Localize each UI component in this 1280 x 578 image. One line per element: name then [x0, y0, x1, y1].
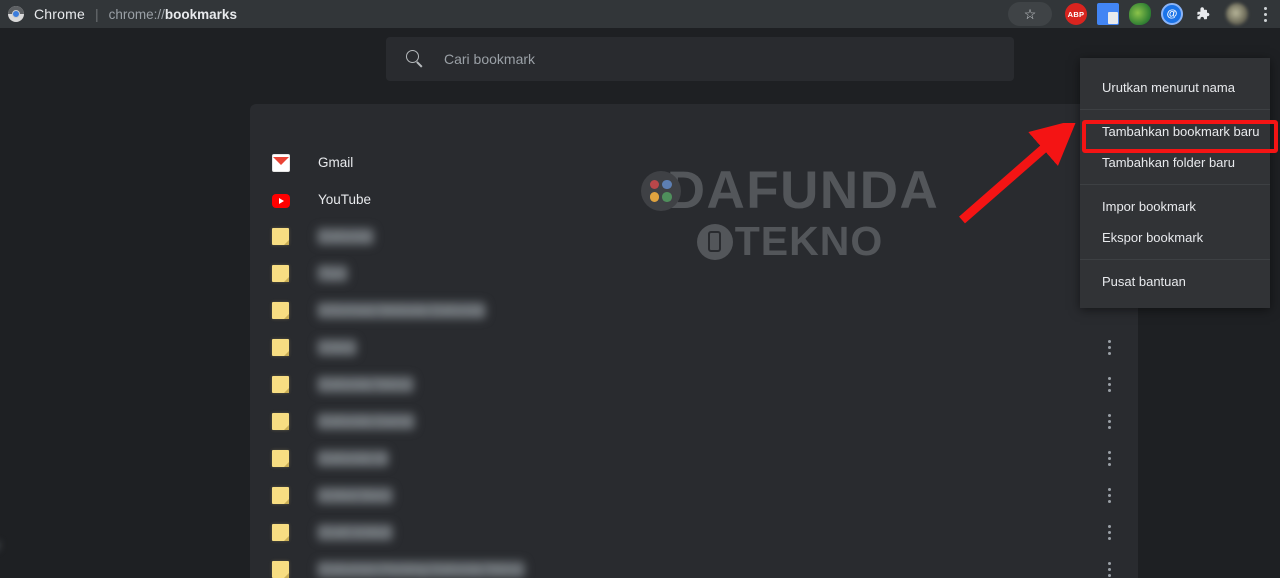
profile-avatar[interactable]: [1226, 3, 1248, 25]
bookmark-row[interactable]: Dafunda Id: [250, 440, 1138, 477]
extensions-puzzle-icon[interactable]: [1193, 3, 1215, 25]
sidebar-item[interactable]: Dafunda Game: [0, 321, 142, 345]
bookmark-row[interactable]: Dafunda: [250, 218, 1138, 255]
url-path: bookmarks: [164, 6, 237, 22]
topbar-separator: |: [95, 6, 99, 22]
sidebar-item[interactable]: Bookmark: [0, 50, 142, 74]
folder-icon: [272, 524, 289, 541]
folder-icon: [272, 302, 289, 319]
folder-icon: [272, 413, 289, 430]
topbar-actions: ☆ ABP @: [1008, 0, 1280, 28]
bookmarks-options-menu: Urutkan menurut nama Tambahkan bookmark …: [1080, 58, 1270, 308]
menu-item-export-bookmarks[interactable]: Ekspor bookmark: [1080, 222, 1270, 253]
bookmark-row[interactable]: Dokumen Penting Dafunda Tekno: [250, 551, 1138, 578]
folder-icon: [272, 561, 289, 578]
bookmark-row[interactable]: Tips: [250, 255, 1138, 292]
bookmark-row[interactable]: YouTube: [250, 181, 1138, 218]
bookmark-row[interactable]: Informasi Website Dafunda: [250, 292, 1138, 329]
menu-item-sort-by-name[interactable]: Urutkan menurut nama: [1080, 72, 1270, 103]
bookmark-row-label: Draft Artikel: [317, 524, 393, 541]
menu-item-import-bookmarks[interactable]: Impor bookmark: [1080, 191, 1270, 222]
bookmark-row-kebab-icon[interactable]: [1100, 482, 1118, 510]
adblock-plus-icon[interactable]: ABP: [1065, 3, 1087, 25]
at-extension-icon[interactable]: @: [1161, 3, 1183, 25]
chrome-bookmarks-manager-screenshot: Chrome | chrome://bookmarks ☆ ABP @ Book…: [0, 0, 1280, 578]
bookmark-row-label: Tips: [317, 265, 349, 282]
bookmark-row-label: Dafunda: [317, 228, 375, 245]
bookmark-row-label: Dafunda Tekno: [317, 376, 414, 393]
menu-item-help-center[interactable]: Pusat bantuan: [1080, 266, 1270, 297]
bookmark-row-kebab-icon[interactable]: [1100, 408, 1118, 436]
bookmark-row[interactable]: Gmail: [250, 144, 1138, 181]
bookmark-row-label: Dafunda Id: [317, 450, 390, 467]
bookmark-row-label: Dokumen Penting Dafunda Tekno: [317, 561, 525, 578]
sidebar-item[interactable]: DOWNLOAD: [0, 210, 142, 234]
bookmark-star-button[interactable]: ☆: [1008, 2, 1052, 26]
sidebar-item[interactable]: Bis: [0, 432, 142, 456]
sidebar-item[interactable]: T: [0, 469, 142, 493]
bookmark-row-kebab-icon[interactable]: [1100, 556, 1118, 578]
app-name-label: Chrome: [34, 6, 85, 22]
bookmark-row-label: Dafunda Game: [317, 413, 415, 430]
bookmark-row[interactable]: Video: [250, 329, 1138, 366]
bookmark-row-kebab-icon[interactable]: [1100, 519, 1118, 547]
menu-separator: [1080, 184, 1270, 185]
bookmark-row-kebab-icon[interactable]: [1100, 371, 1118, 399]
bookmarks-page: Bookmark DOWNLOAD Dafunda Tekno Dafunda Gam…: [0, 28, 1280, 578]
search-input[interactable]: [444, 51, 964, 67]
bookmark-row-label: Video: [317, 339, 358, 356]
folder-icon: [272, 487, 289, 504]
sidebar-item[interactable]: Dafunda.id: [0, 358, 142, 382]
sidebar-item[interactable]: Bookmark folder: [0, 533, 142, 557]
bookmark-row-label: YouTube: [318, 192, 372, 207]
url-prefix: chrome://: [108, 6, 165, 22]
green-extension-icon[interactable]: [1129, 3, 1151, 25]
bookmark-row-label: Gmail: [318, 155, 354, 170]
folder-icon: [272, 265, 289, 282]
folder-icon: [272, 228, 289, 245]
address-bar-url[interactable]: chrome://bookmarks: [109, 7, 237, 22]
bookmark-row[interactable]: Dafunda Game: [250, 403, 1138, 440]
google-docs-icon[interactable]: [1097, 3, 1119, 25]
folder-icon: [272, 376, 289, 393]
folder-icon: [272, 450, 289, 467]
chrome-menu-kebab-icon[interactable]: [1256, 1, 1274, 27]
youtube-icon: [272, 193, 290, 208]
bookmark-row-kebab-icon[interactable]: [1100, 445, 1118, 473]
bookmark-row-label: Artikel Baru: [317, 487, 393, 504]
menu-separator: [1080, 259, 1270, 260]
menu-item-add-new-folder[interactable]: Tambahkan folder baru: [1080, 147, 1270, 178]
search-bar[interactable]: [386, 37, 1014, 81]
sidebar-item[interactable]: ZZO: [0, 395, 142, 419]
folder-icon: [272, 339, 289, 356]
bookmark-row-kebab-icon[interactable]: [1100, 334, 1118, 362]
bookmarks-list-card: DAFUNDA TEKNO Gmail YouTube Dafunda Tips Inf…: [250, 104, 1138, 578]
chrome-logo-icon: [8, 6, 24, 22]
browser-topbar: Chrome | chrome://bookmarks ☆ ABP @: [0, 0, 1280, 28]
gmail-icon: [272, 153, 290, 172]
bookmark-row[interactable]: Artikel Baru: [250, 477, 1138, 514]
bookmark-star-icon: ☆: [1023, 6, 1037, 22]
bookmark-row[interactable]: Draft Artikel: [250, 514, 1138, 551]
sidebar-item[interactable]: Lainnya: [0, 571, 142, 578]
menu-item-add-new-bookmark[interactable]: Tambahkan bookmark baru: [1080, 116, 1270, 147]
sidebar: Bookmark DOWNLOAD Dafunda Tekno Dafunda Gam…: [0, 28, 150, 578]
bookmark-row-label: Informasi Website Dafunda: [317, 302, 486, 319]
menu-separator: [1080, 109, 1270, 110]
search-icon: [406, 50, 424, 68]
sidebar-item[interactable]: Dafunda Tekno: [0, 284, 142, 308]
bookmark-row[interactable]: Dafunda Tekno: [250, 366, 1138, 403]
